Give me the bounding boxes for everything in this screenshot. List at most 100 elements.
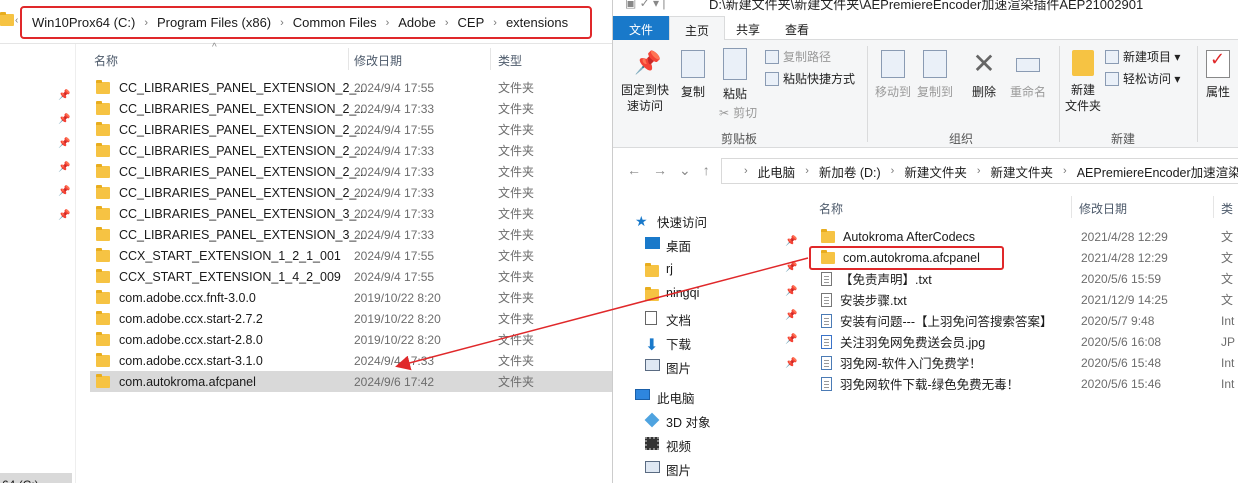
file-date: 2021/12/9 14:25 [1081,292,1168,307]
breadcrumb-item[interactable]: AEPremiereEncoder加速渲染 [1077,162,1238,181]
chevron-left-icon[interactable]: ‹ [15,15,18,26]
breadcrumb-item[interactable]: 新加卷 (D:) [819,162,881,181]
new-folder-button[interactable]: 新建 文件夹 [1063,50,1103,114]
column-header-date[interactable]: 修改日期 [354,52,402,69]
left-breadcrumb[interactable]: Win10Prox64 (C:) › Program Files (x86) › Com… [20,6,592,39]
breadcrumb-item[interactable]: 此电脑 [758,162,796,181]
right-column-headers: 名称 修改日期 类 [809,192,1238,222]
file-row[interactable]: CC_LIBRARIES_PANEL_EXTENSION_2_... 2024/9… [90,182,612,203]
file-row[interactable]: CC_LIBRARIES_PANEL_EXTENSION_3_... 2024/9… [90,203,612,224]
file-row[interactable]: CC_LIBRARIES_PANEL_EXTENSION_2_... 2024/9… [90,119,612,140]
nav-item[interactable]: 桌面 📌 [613,232,803,256]
copy-to-button[interactable]: 复制到 [915,50,955,100]
file-row[interactable]: com.autokroma.afcpanel 2024/9/6 17:42 文件夹 [90,371,612,392]
file-name-cell: com.adobe.ccx.start-2.8.0 [96,331,263,347]
move-to-button[interactable]: 移动到 [873,50,913,100]
copy-button[interactable]: 复制 [677,50,709,100]
file-type: 文件夹 [498,228,535,242]
pin-to-quick-access-button[interactable]: 📌 固定到快 速访问 [619,50,671,114]
column-divider[interactable] [1071,196,1072,218]
tab-view[interactable]: 查看 [771,16,823,40]
file-date: 2020/5/6 16:08 [1081,334,1162,349]
nav-item[interactable]: rj 📌 [613,258,803,282]
tab-file[interactable]: 文件 [613,16,669,40]
nav-icon-wrap [645,237,660,252]
tab-share[interactable]: 共享 [725,16,771,40]
quick-access-toolbar-icon[interactable]: ▣ ✓ ▾ | [625,0,666,10]
nav-item[interactable]: 视频 [613,432,803,456]
file-name-cell: CC_LIBRARIES_PANEL_EXTENSION_2_... [96,79,367,95]
file-row[interactable]: CCX_START_EXTENSION_1_4_2_009 2024/9/4 17… [90,266,612,287]
left-address-bar: ‹ Win10Prox64 (C:) › Program Files (x86) › C… [0,0,612,44]
file-row[interactable]: com.adobe.ccx.fnft-3.0.0 2019/10/22 8:20 文… [90,287,612,308]
file-row[interactable]: Autokroma AfterCodecs 2021/4/28 12:29 文 [809,226,1238,247]
nav-item[interactable]: 3D 对象 [613,408,803,432]
properties-button[interactable]: 属性 [1201,50,1235,100]
file-row[interactable]: CC_LIBRARIES_PANEL_EXTENSION_2_... 2024/9… [90,98,612,119]
breadcrumb-item[interactable]: extensions [506,15,568,30]
breadcrumb-item[interactable]: 新建文件夹 [904,162,967,181]
paste-shortcut-button[interactable]: 粘贴快捷方式 [765,70,855,87]
paste-button[interactable]: 粘贴 [717,48,753,102]
sort-ascending-icon: ^ [212,42,217,53]
nav-label: 文档 [666,314,692,328]
breadcrumb-item[interactable]: Common Files [293,15,377,30]
file-row[interactable]: CC_LIBRARIES_PANEL_EXTENSION_2_... 2024/9… [90,161,612,182]
nav-item[interactable]: 文档 📌 [613,306,803,330]
nav-item[interactable]: 图片 [613,456,803,480]
breadcrumb-item[interactable]: Win10Prox64 (C:) [32,15,135,30]
column-header-type[interactable]: 类 [1221,200,1233,217]
breadcrumb-item[interactable]: 新建文件夹 [991,162,1054,181]
rename-button[interactable]: 重命名 [1007,50,1049,100]
copy-to-icon [923,50,947,78]
column-header-name[interactable]: 名称 [94,52,118,69]
breadcrumb-item[interactable]: Program Files (x86) [157,15,271,30]
nav-item[interactable]: ⬇ 下载 📌 [613,330,803,354]
tab-home[interactable]: 主页 [669,16,725,40]
file-row[interactable]: CC_LIBRARIES_PANEL_EXTENSION_2_... 2024/9… [90,140,612,161]
right-breadcrumb[interactable]: › 此电脑 › 新加卷 (D:) › 新建文件夹 › 新建文件夹 › AEPremiereEnco… [721,158,1238,184]
file-row[interactable]: 羽免网-软件入门免费学！ 2020/5/6 15:48 Int [809,352,1238,373]
file-row[interactable]: CC_LIBRARIES_PANEL_EXTENSION_2_... 2024/9… [90,77,612,98]
nav-item-drive-c[interactable]: 64 (C:) [0,473,72,483]
file-row[interactable]: 关注羽免网免费送会员.jpg 2020/5/6 16:08 JP [809,331,1238,352]
file-name-cell: com.adobe.ccx.start-3.1.0 [96,352,263,368]
file-row[interactable]: 【免责声明】.txt 2020/5/6 15:59 文 [809,268,1238,289]
copy-path-button[interactable]: 复制路径 [765,48,831,65]
breadcrumb-item[interactable]: Adobe [398,15,436,30]
breadcrumb-item[interactable]: CEP [458,15,485,30]
easy-access-button[interactable]: 轻松访问 ▾ [1105,70,1180,87]
file-row[interactable]: CC_LIBRARIES_PANEL_EXTENSION_3_... 2024/9… [90,224,612,245]
file-row[interactable]: 安装步骤.txt 2021/12/9 14:25 文 [809,289,1238,310]
column-header-date[interactable]: 修改日期 [1079,200,1127,217]
column-divider[interactable] [1213,196,1214,218]
file-row[interactable]: com.adobe.ccx.start-2.8.0 2019/10/22 8:20… [90,329,612,350]
nav-item[interactable]: 此电脑 [613,384,803,408]
nav-item[interactable]: 图片 📌 [613,354,803,378]
file-name: 羽免网软件下载-绿色免费无毒！ [840,378,1020,392]
delete-x-icon: ✕ [972,48,996,79]
column-divider[interactable] [348,48,349,70]
file-row[interactable]: 羽免网软件下载-绿色免费无毒！ 2020/5/6 15:46 Int [809,373,1238,394]
nav-item[interactable]: ningqi 📌 [613,282,803,306]
shortcut-file-icon [821,313,832,328]
nav-arrows[interactable]: ←→⌄↑ [627,162,722,179]
chevron-right-icon: › [280,16,284,29]
pin-icon: 📌 [58,186,71,197]
title-bar: ▣ ✓ ▾ | D:\新建文件夹\新建文件夹\AEPremiereEncoder… [613,0,1238,14]
file-row[interactable]: com.adobe.ccx.start-3.1.0 2024/9/4 17:33 文… [90,350,612,371]
nav-item[interactable]: ★ 快速访问 [613,208,803,232]
cut-button[interactable]: ✂ 剪切 [719,104,757,121]
copy-icon [681,50,705,78]
file-row[interactable]: 安装有问题---【上羽免问答搜索答案】 2020/5/7 9:48 Int [809,310,1238,331]
nav-icon-wrap [645,286,659,301]
file-row[interactable]: com.adobe.ccx.start-2.7.2 2019/10/22 8:20… [90,308,612,329]
file-row[interactable]: CCX_START_EXTENSION_1_2_1_001 2024/9/4 17… [90,245,612,266]
column-header-name[interactable]: 名称 [819,200,843,217]
file-date: 2024/9/4 17:55 [354,269,435,284]
file-type: 文件夹 [498,186,535,200]
column-header-type[interactable]: 类型 [498,52,522,69]
column-divider[interactable] [490,48,491,70]
new-item-button[interactable]: 新建项目 ▾ [1105,48,1180,65]
delete-button[interactable]: ✕ 删除 [969,50,999,100]
